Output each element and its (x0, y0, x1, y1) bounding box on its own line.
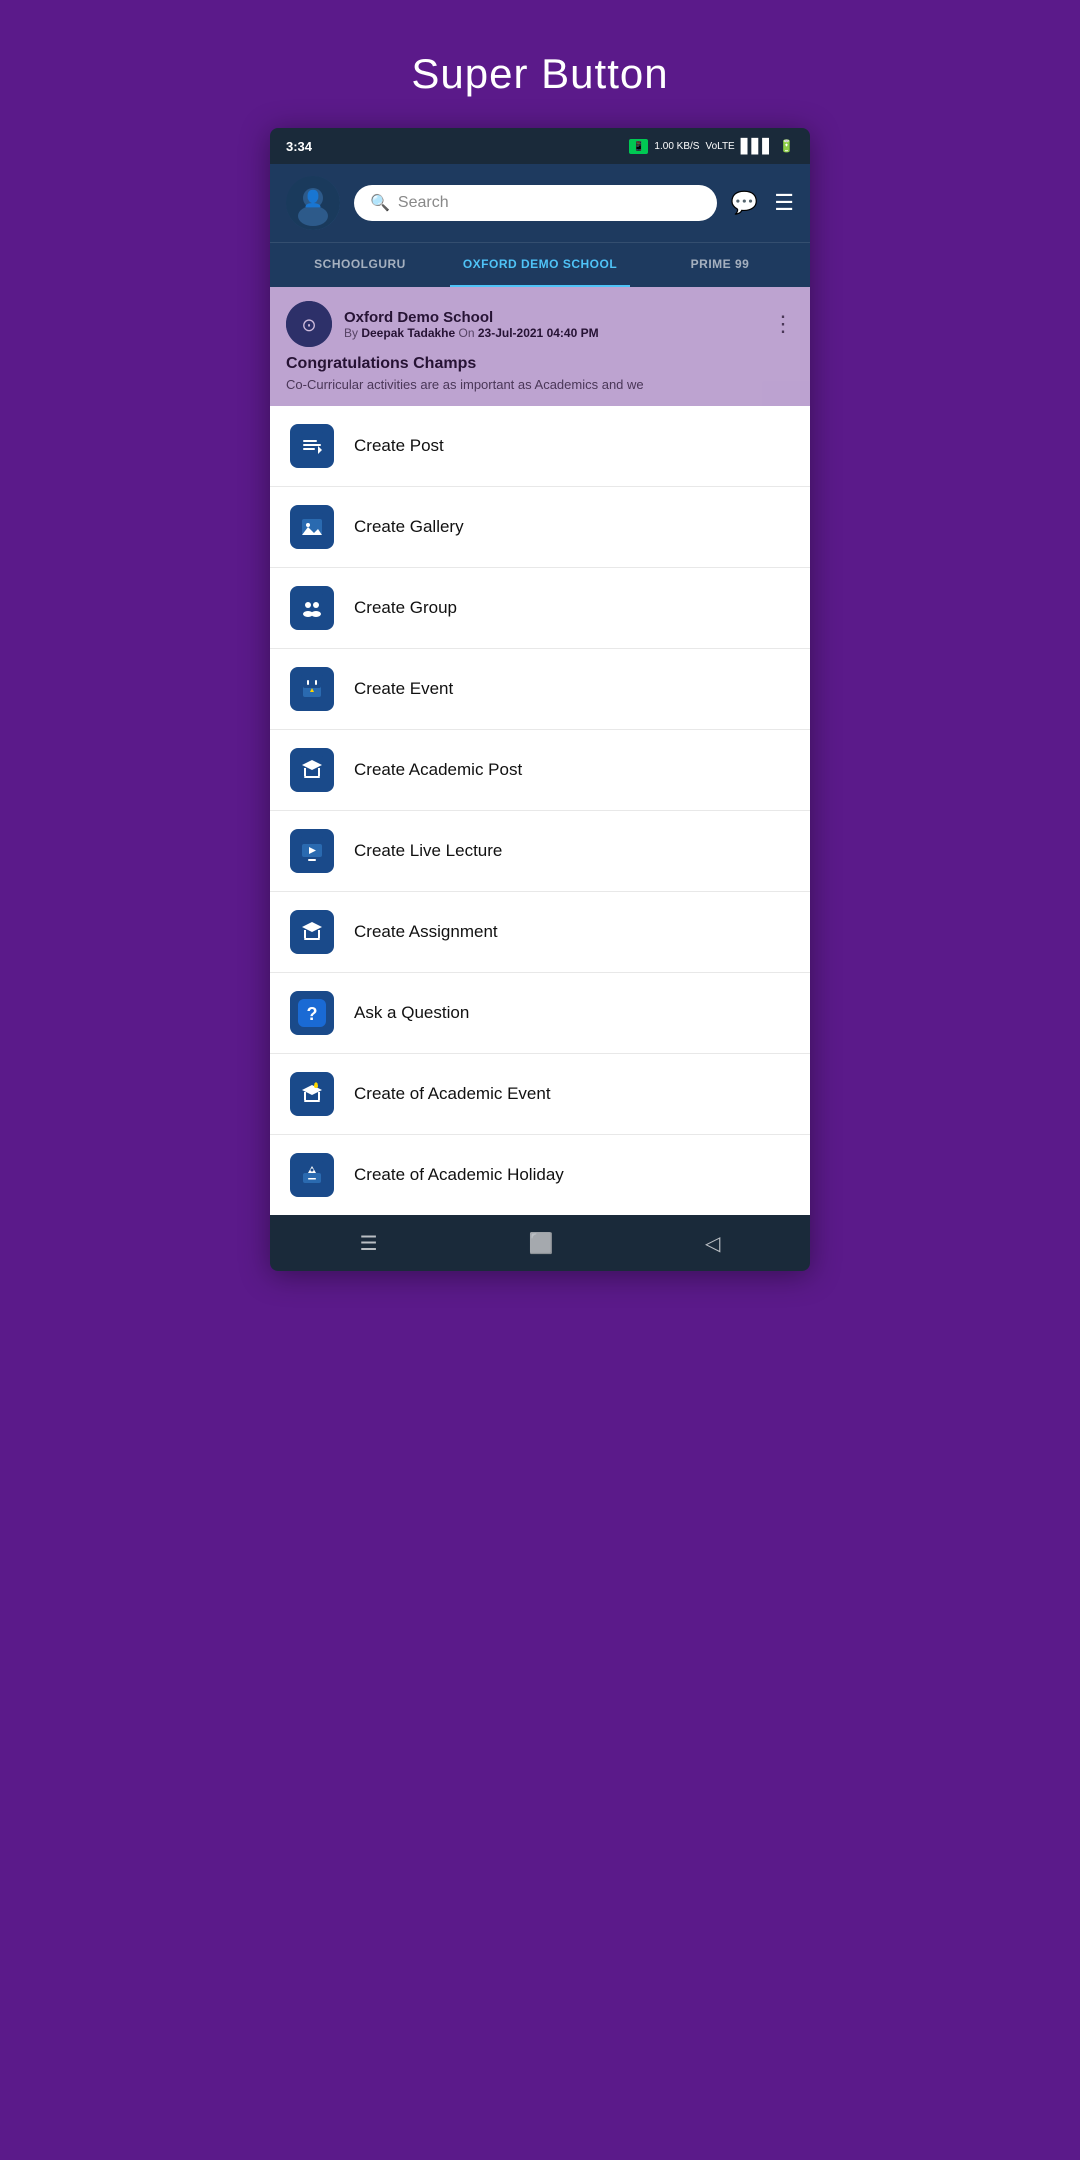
ask-question-label: Ask a Question (354, 1003, 469, 1023)
post-card: ⊙ Oxford Demo School By Deepak Tadakhe O… (270, 287, 810, 406)
school-name: Oxford Demo School (344, 309, 599, 326)
create-assignment-label: Create Assignment (354, 922, 498, 942)
nav-menu-icon[interactable]: ☰ (360, 1231, 378, 1256)
tab-oxford[interactable]: OXFORD DEMO SCHOOL (450, 243, 630, 287)
menu-item-ask-question[interactable]: ? Ask a Question (270, 973, 810, 1054)
page-title: Super Button (270, 20, 810, 128)
svg-text:⊙: ⊙ (301, 315, 316, 335)
create-academic-post-label: Create Academic Post (354, 760, 522, 780)
create-live-lecture-label: Create Live Lecture (354, 841, 502, 861)
create-gallery-label: Create Gallery (354, 517, 464, 537)
status-bar: 3:34 📱 1.00 KB/S VoLTE ▋▋▋ 🔋 (270, 128, 810, 164)
create-event-label: Create Event (354, 679, 453, 699)
tab-schoolguru[interactable]: SCHOOLGURU (270, 243, 450, 287)
create-event-icon (290, 667, 334, 711)
network-speed: 1.00 KB/S (654, 141, 699, 152)
svg-text:?: ? (307, 1004, 318, 1024)
menu-item-create-academic-holiday[interactable]: Create of Academic Holiday (270, 1135, 810, 1215)
create-group-label: Create Group (354, 598, 457, 618)
hamburger-icon[interactable]: ☰ (774, 190, 794, 216)
app-header: 👤 🔍 Search 💬 ☰ (270, 164, 810, 242)
create-assignment-icon (290, 910, 334, 954)
create-academic-holiday-label: Create of Academic Holiday (354, 1165, 564, 1185)
battery-icon: 🔋 (779, 139, 794, 153)
create-academic-event-icon (290, 1072, 334, 1116)
menu-item-create-event[interactable]: Create Event (270, 649, 810, 730)
menu-list: Create Post Create Gallery Create Group Cre… (270, 406, 810, 1215)
phone-frame: 3:34 📱 1.00 KB/S VoLTE ▋▋▋ 🔋 👤 (270, 128, 810, 1271)
create-post-icon (290, 424, 334, 468)
create-live-lecture-icon (290, 829, 334, 873)
post-title: Congratulations Champs (286, 355, 794, 373)
post-header: ⊙ Oxford Demo School By Deepak Tadakhe O… (286, 301, 794, 347)
post-body: Co-Curricular activities are as importan… (286, 377, 794, 392)
header-icons: 💬 ☰ (731, 190, 794, 216)
search-icon: 🔍 (370, 193, 390, 213)
menu-item-create-live-lecture[interactable]: Create Live Lecture (270, 811, 810, 892)
create-gallery-icon (290, 505, 334, 549)
nav-back-icon[interactable]: ◁ (705, 1231, 720, 1256)
menu-item-create-post[interactable]: Create Post (270, 406, 810, 487)
post-info: Oxford Demo School By Deepak Tadakhe On … (344, 309, 599, 340)
menu-item-create-assignment[interactable]: Create Assignment (270, 892, 810, 973)
tab-prime99[interactable]: PRIME 99 (630, 243, 810, 287)
post-meta: By Deepak Tadakhe On 23-Jul-2021 04:40 P… (344, 326, 599, 340)
menu-item-create-gallery[interactable]: Create Gallery (270, 487, 810, 568)
network-type: VoLTE (705, 141, 734, 152)
avatar: 👤 (286, 176, 340, 230)
bottom-nav: ☰ ⬜ ◁ (270, 1215, 810, 1271)
menu-item-create-group[interactable]: Create Group (270, 568, 810, 649)
post-school-info: ⊙ Oxford Demo School By Deepak Tadakhe O… (286, 301, 599, 347)
nav-home-icon[interactable]: ⬜ (529, 1231, 554, 1256)
search-bar[interactable]: 🔍 Search (354, 185, 717, 221)
create-academic-holiday-icon (290, 1153, 334, 1197)
school-logo: ⊙ (286, 301, 332, 347)
status-icon-box: 📱 (629, 139, 648, 154)
create-post-label: Create Post (354, 436, 444, 456)
status-icons: 📱 1.00 KB/S VoLTE ▋▋▋ 🔋 (629, 138, 794, 155)
signal-bars: ▋▋▋ (741, 138, 773, 155)
create-academic-post-icon (290, 748, 334, 792)
menu-item-create-academic-event[interactable]: Create of Academic Event (270, 1054, 810, 1135)
search-label: Search (398, 194, 449, 212)
chat-icon[interactable]: 💬 (731, 190, 758, 216)
svg-text:👤: 👤 (303, 189, 323, 208)
menu-item-create-academic-post[interactable]: Create Academic Post (270, 730, 810, 811)
ask-question-icon: ? (290, 991, 334, 1035)
create-group-icon (290, 586, 334, 630)
status-time: 3:34 (286, 139, 312, 154)
create-academic-event-label: Create of Academic Event (354, 1084, 551, 1104)
more-options-button[interactable]: ⋮ (772, 311, 794, 337)
tab-bar: SCHOOLGURU OXFORD DEMO SCHOOL PRIME 99 (270, 242, 810, 287)
